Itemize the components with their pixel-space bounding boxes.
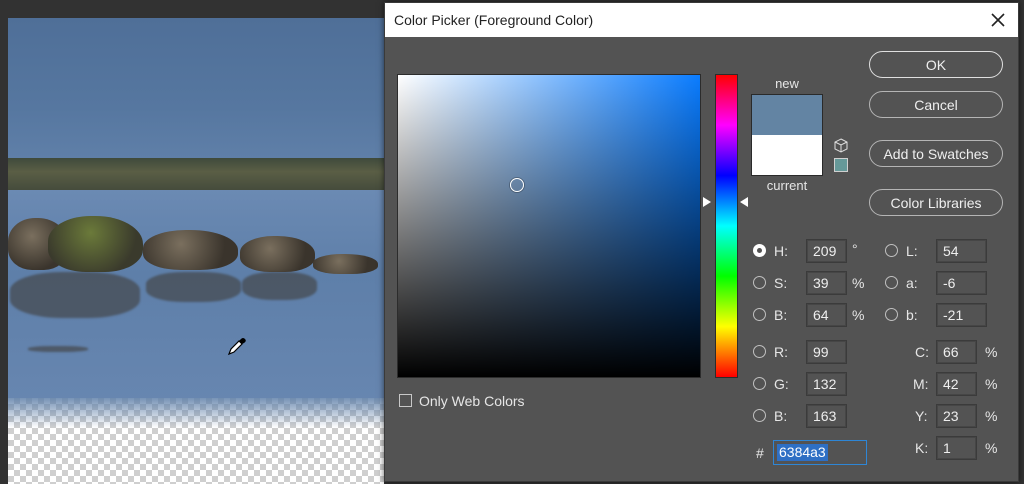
brightness-field[interactable]: 64 xyxy=(806,303,847,327)
current-color-label: current xyxy=(766,178,808,193)
photo-rock xyxy=(240,236,315,272)
red-field[interactable]: 99 xyxy=(806,340,847,364)
yellow-field[interactable]: 23 xyxy=(936,404,977,428)
only-web-colors-label: Only Web Colors xyxy=(419,393,525,409)
red-radio[interactable] xyxy=(753,345,766,358)
lab-b-label: b: xyxy=(906,307,918,323)
transparency-checkerboard xyxy=(8,398,384,484)
new-color-label: new xyxy=(775,76,799,91)
yellow-label: Y: xyxy=(915,408,928,424)
only-web-colors-checkbox[interactable] xyxy=(399,394,412,407)
web-safe-color-swatch[interactable] xyxy=(834,158,848,172)
red-label: R: xyxy=(774,344,788,360)
color-libraries-button[interactable]: Color Libraries xyxy=(869,189,1003,216)
green-label: G: xyxy=(774,376,789,392)
photo-image[interactable] xyxy=(8,18,384,484)
new-color-swatch xyxy=(752,95,822,135)
black-unit: % xyxy=(985,440,998,456)
dialog-titlebar[interactable]: Color Picker (Foreground Color) xyxy=(385,3,1018,37)
hue-unit: ° xyxy=(852,241,858,257)
yellow-unit: % xyxy=(985,408,998,424)
magenta-unit: % xyxy=(985,376,998,392)
photo-rock xyxy=(143,230,238,270)
color-picker-dialog: Color Picker (Foreground Color) new curr… xyxy=(384,2,1019,482)
brightness-unit: % xyxy=(852,307,865,323)
out-of-gamut-cube-icon[interactable] xyxy=(834,138,848,154)
photo-rock xyxy=(48,216,143,272)
photo-rock-reflection xyxy=(242,272,317,300)
cyan-field[interactable]: 66 xyxy=(936,340,977,364)
color-field[interactable] xyxy=(397,74,701,378)
hue-field[interactable]: 209 xyxy=(806,239,847,263)
lab-l-radio[interactable] xyxy=(885,244,898,257)
dialog-title: Color Picker (Foreground Color) xyxy=(394,12,594,28)
cyan-unit: % xyxy=(985,344,998,360)
magenta-label: M: xyxy=(913,376,929,392)
color-comparison-swatch xyxy=(751,94,823,176)
black-field[interactable]: 1 xyxy=(936,436,977,460)
hue-radio[interactable] xyxy=(753,244,766,257)
lab-l-field[interactable]: 54 xyxy=(936,239,987,263)
eyedropper-cursor-icon xyxy=(227,338,246,356)
lab-a-radio[interactable] xyxy=(885,276,898,289)
lab-a-label: a: xyxy=(906,275,918,291)
saturation-unit: % xyxy=(852,275,865,291)
hue-slider[interactable] xyxy=(715,74,738,378)
saturation-label: S: xyxy=(774,275,788,291)
lab-b-field[interactable]: -21 xyxy=(936,303,987,327)
photo-rock xyxy=(313,254,378,274)
saturation-field[interactable]: 39 xyxy=(806,271,847,295)
brightness-radio[interactable] xyxy=(753,308,766,321)
blue-radio[interactable] xyxy=(753,409,766,422)
hex-hash-label: # xyxy=(756,445,764,461)
black-label: K: xyxy=(915,440,929,456)
lab-a-field[interactable]: -6 xyxy=(936,271,987,295)
lab-l-label: L: xyxy=(906,243,918,259)
green-field[interactable]: 132 xyxy=(806,372,847,396)
photo-rock-reflection xyxy=(146,272,241,302)
blue-field[interactable]: 163 xyxy=(806,404,847,428)
hue-label: H: xyxy=(774,243,788,259)
blue-label: B: xyxy=(774,408,788,424)
hue-slider-handle-left[interactable] xyxy=(703,197,711,207)
cancel-button[interactable]: Cancel xyxy=(869,91,1003,118)
photo-rock-reflection xyxy=(10,272,140,318)
ok-button[interactable]: OK xyxy=(869,51,1003,78)
cyan-label: C: xyxy=(915,344,929,360)
color-field-cursor[interactable] xyxy=(510,178,524,192)
green-radio[interactable] xyxy=(753,377,766,390)
brightness-label: B: xyxy=(774,307,788,323)
magenta-field[interactable]: 42 xyxy=(936,372,977,396)
lab-b-radio[interactable] xyxy=(885,308,898,321)
hex-field[interactable]: 6384a3 xyxy=(773,440,867,465)
photo-rock-reflection xyxy=(28,346,88,352)
hex-value: 6384a3 xyxy=(777,444,828,461)
hue-slider-handle-right[interactable] xyxy=(740,197,748,207)
add-to-swatches-button[interactable]: Add to Swatches xyxy=(869,140,1003,167)
current-color-swatch[interactable] xyxy=(752,135,822,175)
close-icon[interactable] xyxy=(986,8,1010,32)
saturation-radio[interactable] xyxy=(753,276,766,289)
photo-shoreline xyxy=(8,158,384,192)
